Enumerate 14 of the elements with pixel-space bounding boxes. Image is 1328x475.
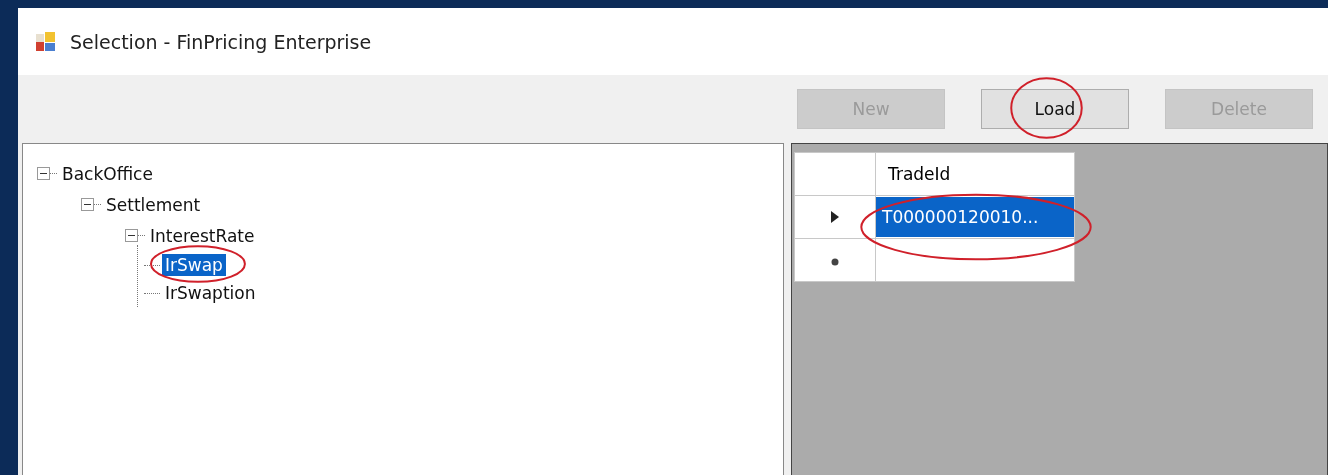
column-header[interactable]: TradeId [875,152,1075,196]
collapse-icon[interactable] [81,198,94,211]
table-cell[interactable]: T000000120010... [876,197,1074,237]
row-header[interactable] [794,195,876,239]
tree-node[interactable]: BackOffice [59,162,156,185]
toolbar-button[interactable]: Load [981,89,1129,129]
collapse-icon[interactable] [125,229,138,242]
window-title: Selection - FinPricing Enterprise [70,30,372,53]
tree-node[interactable]: Settlement [103,193,204,216]
collapse-icon[interactable] [37,167,50,180]
app-icon [36,31,56,52]
tree-node[interactable]: IrSwaption [162,282,259,304]
tree-node[interactable]: IrSwap [162,254,226,276]
tree-node[interactable]: InterestRate [147,224,258,247]
